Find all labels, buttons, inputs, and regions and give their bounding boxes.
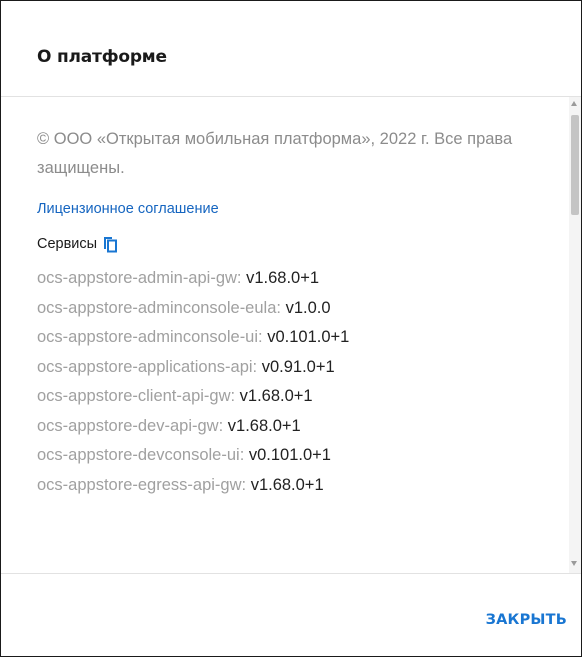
scrollbar-thumb[interactable]: [571, 115, 579, 215]
service-version: v1.68.0+1: [246, 269, 320, 287]
services-list: ocs-appstore-admin-api-gw: v1.68.0+1 ocs-…: [37, 269, 349, 505]
about-platform-dialog: О платформе © ООО «Открытая мобильная пл…: [0, 0, 582, 657]
close-button[interactable]: ЗАКРЫТЬ: [486, 612, 567, 628]
service-item: ocs-appstore-dev-api-gw: v1.68.0+1: [37, 416, 301, 435]
service-name: ocs-appstore-egress-api-gw: [37, 475, 242, 494]
services-label: Сервисы: [37, 236, 98, 252]
service-name: ocs-appstore-adminconsole-ui: [37, 328, 259, 346]
service-version: v1.68.0+1: [239, 387, 313, 405]
service-version: v1.68.0+1: [250, 475, 324, 494]
service-version: v0.101.0+1: [267, 328, 350, 346]
service-version: v1.0.0: [285, 298, 331, 317]
copy-icon[interactable]: [102, 235, 118, 253]
dialog-body[interactable]: © ООО «Открытая мобильная платформа», 20…: [1, 97, 581, 573]
service-item: ocs-appstore-adminconsole-eula: v1.0.0: [37, 298, 331, 317]
copyright-text: © ООО «Открытая мобильная платформа», 20…: [37, 130, 513, 177]
dialog-header: О платформе: [1, 1, 581, 97]
license-agreement-link[interactable]: Лицензионное соглашение: [37, 201, 219, 217]
service-item: ocs-appstore-adminconsole-ui: v0.101.0+1: [37, 328, 350, 346]
service-name: ocs-appstore-applications-api: [37, 357, 253, 376]
service-item: ocs-appstore-devconsole-ui: v0.101.0+1: [37, 446, 331, 464]
service-name: ocs-appstore-adminconsole-eula: [37, 298, 277, 317]
services-header: Сервисы: [37, 234, 118, 254]
service-name: ocs-appstore-admin-api-gw: [37, 269, 237, 287]
service-name: ocs-appstore-devconsole-ui: [37, 446, 240, 464]
service-item: ocs-appstore-admin-api-gw: v1.68.0+1: [37, 269, 320, 287]
service-item: ocs-appstore-egress-api-gw: v1.68.0+1: [37, 475, 324, 494]
service-version: v0.101.0+1: [248, 446, 331, 464]
service-item: ocs-appstore-applications-api: v0.91.0+1: [37, 357, 335, 376]
service-item: ocs-appstore-client-api-gw: v1.68.0+1: [37, 387, 313, 405]
scroll-down-arrow-icon[interactable]: [571, 561, 577, 566]
service-name: ocs-appstore-client-api-gw: [37, 387, 231, 405]
vertical-scrollbar[interactable]: [569, 97, 581, 573]
service-version: v0.91.0+1: [261, 357, 335, 376]
dialog-title: О платформе: [37, 47, 167, 67]
service-name: ocs-appstore-dev-api-gw: [37, 416, 219, 435]
scroll-up-arrow-icon[interactable]: [571, 101, 577, 106]
service-version: v1.68.0+1: [227, 416, 301, 435]
dialog-footer: ЗАКРЫТЬ: [1, 573, 581, 656]
